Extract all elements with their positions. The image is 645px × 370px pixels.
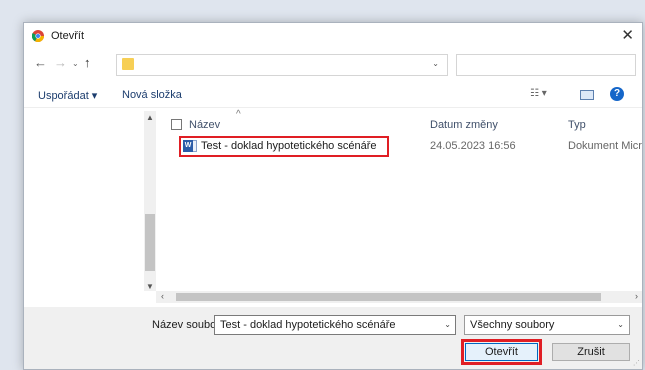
column-name[interactable]: Název (189, 119, 220, 131)
new-folder-button[interactable]: Nová složka (122, 89, 182, 101)
column-type[interactable]: Typ (568, 119, 586, 131)
dialog-footer: Název souboru: Test - doklad hypotetické… (24, 307, 642, 369)
horizontal-scrollbar[interactable]: ‹ › (156, 291, 642, 303)
column-date[interactable]: Datum změny (430, 119, 498, 131)
file-list-item[interactable]: W Test - doklad hypotetického scénáře 24… (179, 136, 642, 158)
column-header: ^ Název Datum změny Typ (164, 109, 642, 136)
vertical-scrollbar[interactable]: ▲ ▼ (144, 111, 156, 291)
recent-locations-dropdown[interactable]: ⌄ (72, 59, 79, 68)
toolbar: Uspořádat ▾ Nová složka ☷ ▾ ? (24, 81, 642, 108)
navigation-pane[interactable] (24, 111, 144, 299)
filename-dropdown-icon[interactable]: ⌄ (444, 320, 451, 329)
file-type: Dokument Micr (568, 140, 642, 152)
change-view-icon[interactable]: ☷ ▾ (530, 88, 547, 99)
cancel-button[interactable]: Zrušit (552, 343, 630, 361)
organize-button[interactable]: Uspořádat ▾ (38, 89, 97, 102)
chrome-icon (32, 30, 44, 42)
search-input[interactable] (456, 54, 636, 76)
preview-pane-icon[interactable] (580, 90, 594, 100)
title-bar: Otevřít ✕ (24, 23, 642, 49)
address-dropdown-icon[interactable]: ⌄ (432, 59, 439, 68)
forward-button[interactable]: → (54, 55, 67, 70)
folder-icon (122, 58, 134, 70)
filetype-dropdown-icon[interactable]: ⌄ (617, 320, 624, 329)
navigation-bar: ← → ⌄ ↑ ⌄ ↻ (24, 51, 642, 79)
help-icon[interactable]: ? (610, 87, 624, 101)
scroll-down-icon[interactable]: ▼ (146, 282, 154, 291)
sort-ascending-icon: ^ (236, 109, 241, 120)
close-button[interactable]: ✕ (621, 26, 634, 44)
filename-input[interactable]: Test - doklad hypotetického scénáře ⌄ (214, 315, 456, 335)
scroll-right-icon[interactable]: › (635, 291, 638, 301)
open-button[interactable]: Otevřít (465, 343, 538, 361)
filename-value: Test - doklad hypotetického scénáře (220, 319, 396, 331)
word-document-icon: W (183, 140, 193, 152)
file-name[interactable]: Test - doklad hypotetického scénáře (201, 140, 377, 152)
resize-grip-icon[interactable]: ⋰ (633, 359, 640, 367)
up-button[interactable]: ↑ (84, 55, 91, 70)
vertical-scroll-thumb[interactable] (145, 214, 155, 271)
filetype-select[interactable]: Všechny soubory ⌄ (464, 315, 630, 335)
horizontal-scroll-thumb[interactable] (176, 293, 601, 301)
select-all-checkbox[interactable] (171, 119, 182, 130)
back-button[interactable]: ← (34, 55, 47, 70)
filetype-value: Všechny soubory (470, 319, 555, 331)
scroll-left-icon[interactable]: ‹ (161, 291, 164, 301)
file-date: 24.05.2023 16:56 (430, 140, 516, 152)
scroll-up-icon[interactable]: ▲ (146, 113, 154, 122)
open-file-dialog: Otevřít ✕ ← → ⌄ ↑ ⌄ ↻ Uspořádat ▾ Nová s… (23, 22, 643, 370)
address-bar[interactable]: ⌄ (116, 54, 448, 76)
window-title: Otevřít (51, 30, 85, 42)
